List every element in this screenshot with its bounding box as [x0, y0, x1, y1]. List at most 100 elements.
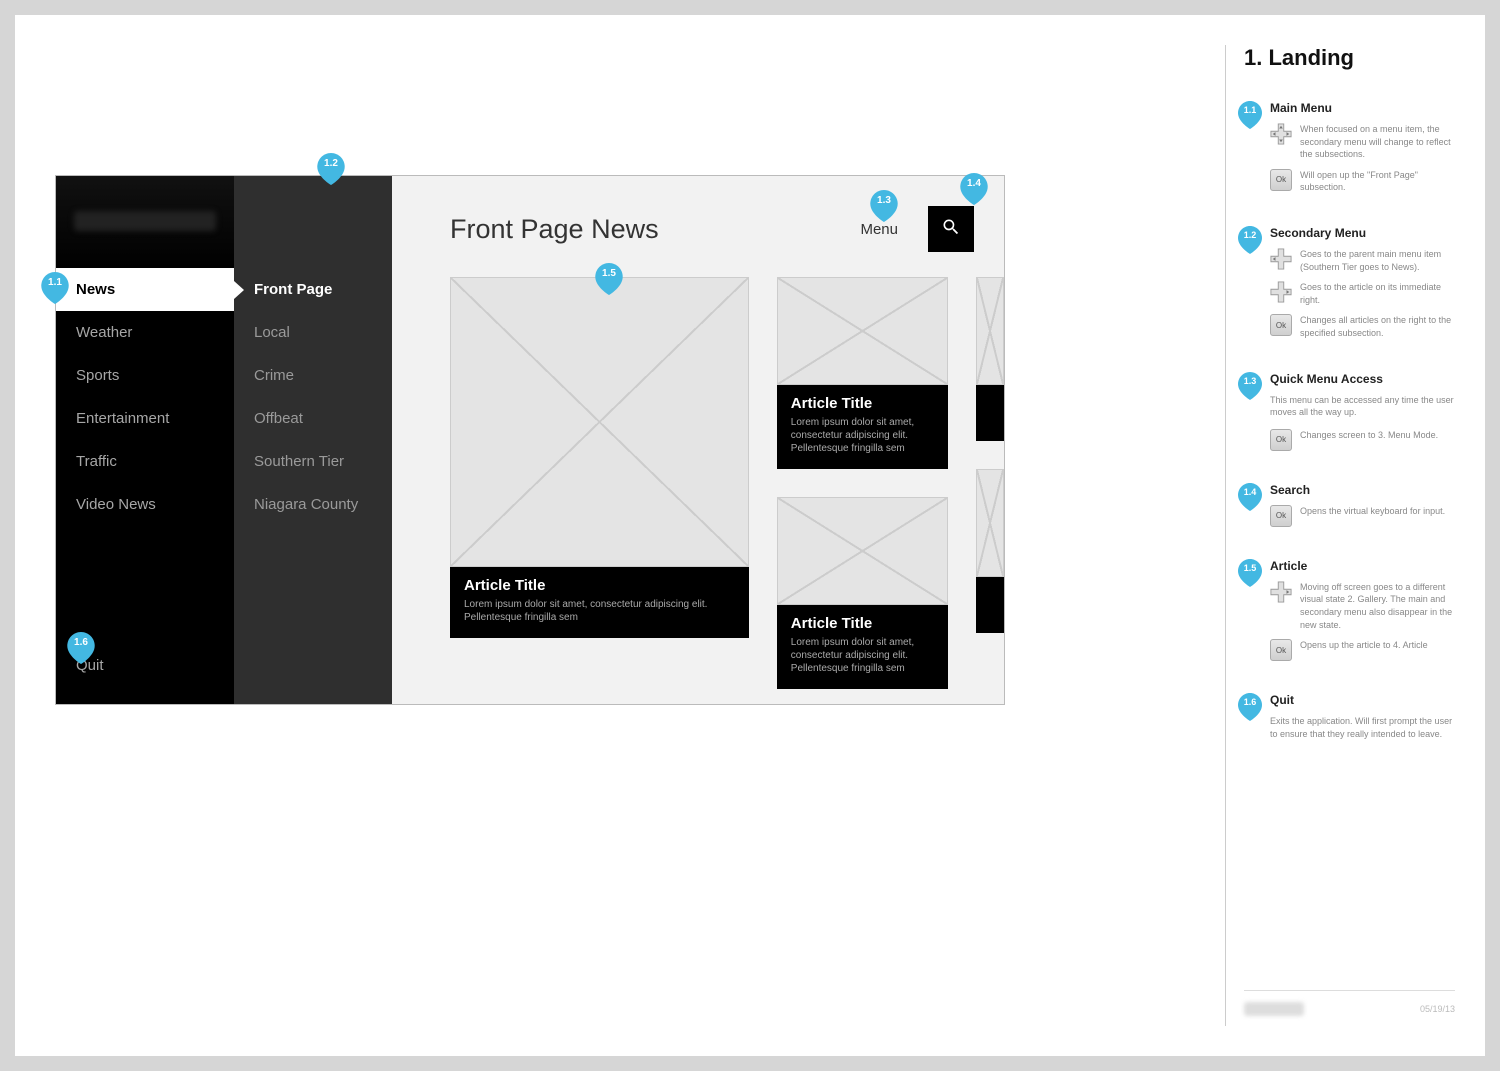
note-text: Exits the application. Will first prompt… [1270, 715, 1455, 740]
sec-item-niagara-county[interactable]: Niagara County [234, 483, 392, 526]
note-body: Main Menu When focused on a menu item, t… [1270, 101, 1455, 202]
note-num: 1.2 [1238, 230, 1262, 240]
page-canvas: 1.1 1.2 1.3 1.4 1.5 1.6 News Weather [15, 15, 1485, 1056]
main-item-traffic[interactable]: Traffic [56, 440, 234, 483]
note-num: 1.6 [1238, 697, 1262, 707]
note-num: 1.5 [1238, 563, 1262, 573]
article-title: Article Title [464, 577, 735, 594]
article-card-small[interactable]: Article Title Lorem ipsum dolor sit amet… [777, 497, 948, 689]
sec-item-label: Offbeat [254, 410, 303, 427]
note-body: Quick Menu Access This menu can be acces… [1270, 372, 1455, 459]
note-row: Ok Changes screen to 3. Menu Mode. [1270, 429, 1455, 451]
note-text: Will open up the "Front Page" subsection… [1300, 169, 1455, 194]
note-head: Main Menu [1270, 101, 1455, 115]
main-item-news[interactable]: News [56, 268, 234, 311]
search-button[interactable] [928, 206, 974, 252]
main-item-video-news[interactable]: Video News [56, 483, 234, 526]
note-text: Opens the virtual keyboard for input. [1300, 505, 1455, 527]
note-text: Goes to the parent main menu item (South… [1300, 248, 1455, 273]
pin-1-4: 1.4 [960, 173, 988, 205]
note-text: Changes all articles on the right to the… [1300, 314, 1455, 339]
note-head: Secondary Menu [1270, 226, 1455, 240]
pin-1-2: 1.2 [317, 153, 345, 185]
note-row: Goes to the article on its immediate rig… [1270, 281, 1455, 306]
dpad-right-icon [1270, 281, 1292, 303]
card-body [976, 577, 1004, 633]
pin-1-1: 1.1 [41, 272, 69, 304]
note-row: Goes to the parent main menu item (South… [1270, 248, 1455, 273]
note-row: When focused on a menu item, the seconda… [1270, 123, 1455, 161]
note-num: 1.3 [1238, 376, 1262, 386]
note-text: Changes screen to 3. Menu Mode. [1300, 429, 1455, 451]
article-card-small[interactable]: Article Title Lorem ipsum dolor sit amet… [777, 277, 948, 469]
placeholder-image [450, 277, 749, 567]
article-card-small[interactable] [976, 469, 1004, 633]
sec-item-offbeat[interactable]: Offbeat [234, 397, 392, 440]
card-body: Article Title Lorem ipsum dolor sit amet… [450, 567, 749, 638]
secondary-menu: Front Page Local Crime Offbeat Southern … [234, 176, 392, 704]
article-desc: Lorem ipsum dolor sit amet, consectetur … [464, 598, 735, 624]
pin-label: 1.4 [960, 178, 988, 189]
dpad-icon [1270, 123, 1292, 145]
ok-button-icon: Ok [1270, 505, 1292, 527]
annotation-title: 1. Landing [1244, 45, 1455, 71]
note-num: 1.1 [1238, 105, 1262, 115]
note-body: Search Ok Opens the virtual keyboard for… [1270, 483, 1455, 535]
content-header: Front Page News Menu [450, 206, 1004, 252]
main-item-sports[interactable]: Sports [56, 354, 234, 397]
note-1-2: 1.2 Secondary Menu Goes to the parent ma… [1244, 226, 1455, 348]
card-body [976, 385, 1004, 441]
note-pin: 1.2 [1238, 226, 1264, 348]
note-1-1: 1.1 Main Menu When focused on a menu ite… [1244, 101, 1455, 202]
note-pin: 1.3 [1238, 372, 1264, 459]
main-item-label: Video News [76, 496, 156, 513]
card-body: Article Title Lorem ipsum dolor sit amet… [777, 605, 948, 689]
article-title: Article Title [791, 395, 934, 412]
note-text: Opens up the article to 4. Article [1300, 639, 1455, 661]
sec-item-local[interactable]: Local [234, 311, 392, 354]
pin-label: 1.5 [595, 268, 623, 279]
article-card-large[interactable]: Article Title Lorem ipsum dolor sit amet… [450, 277, 749, 689]
article-small-column: Article Title Lorem ipsum dolor sit amet… [777, 277, 948, 689]
article-overflow-peek [976, 277, 1004, 689]
note-text: When focused on a menu item, the seconda… [1300, 123, 1455, 161]
ok-button-icon: Ok [1270, 639, 1292, 661]
pin-label: 1.6 [67, 637, 95, 648]
app-window: News Weather Sports Entertainment Traffi… [55, 175, 1005, 705]
main-item-weather[interactable]: Weather [56, 311, 234, 354]
main-menu: News Weather Sports Entertainment Traffi… [56, 176, 234, 704]
search-icon [941, 217, 961, 242]
placeholder-image [777, 497, 948, 605]
note-pin: 1.4 [1238, 483, 1264, 535]
note-text: Goes to the article on its immediate rig… [1300, 281, 1455, 306]
note-body: Secondary Menu Goes to the parent main m… [1270, 226, 1455, 348]
sec-item-label: Niagara County [254, 496, 358, 513]
note-row: Ok Changes all articles on the right to … [1270, 314, 1455, 339]
note-row: Ok Opens up the article to 4. Article [1270, 639, 1455, 661]
note-1-5: 1.5 Article Moving off screen goes to a … [1244, 559, 1455, 669]
annotation-column: 1. Landing 1.1 Main Menu When focused on… [1225, 45, 1455, 1026]
sec-item-crime[interactable]: Crime [234, 354, 392, 397]
article-title: Article Title [791, 615, 934, 632]
sec-item-southern-tier[interactable]: Southern Tier [234, 440, 392, 483]
note-body: Article Moving off screen goes to a diff… [1270, 559, 1455, 669]
content-area: Front Page News Menu Article Title Lorem… [392, 176, 1004, 704]
menu-link[interactable]: Menu [860, 221, 898, 238]
pin-label: 1.2 [317, 158, 345, 169]
note-row: Ok Will open up the "Front Page" subsect… [1270, 169, 1455, 194]
sec-item-label: Front Page [254, 281, 332, 298]
note-head: Search [1270, 483, 1455, 497]
footer-date: 05/19/13 [1420, 1004, 1455, 1014]
menu-link-label: Menu [860, 221, 898, 238]
note-text: Moving off screen goes to a different vi… [1300, 581, 1455, 631]
article-card-small[interactable] [976, 277, 1004, 441]
ok-button-icon: Ok [1270, 429, 1292, 451]
note-head: Article [1270, 559, 1455, 573]
sec-item-front-page[interactable]: Front Page [234, 268, 392, 311]
main-item-label: Entertainment [76, 410, 169, 427]
main-item-entertainment[interactable]: Entertainment [56, 397, 234, 440]
article-desc: Lorem ipsum dolor sit amet, consectetur … [791, 416, 934, 455]
pin-1-6: 1.6 [67, 632, 95, 664]
note-row: Exits the application. Will first prompt… [1270, 715, 1455, 740]
placeholder-image [976, 277, 1004, 385]
